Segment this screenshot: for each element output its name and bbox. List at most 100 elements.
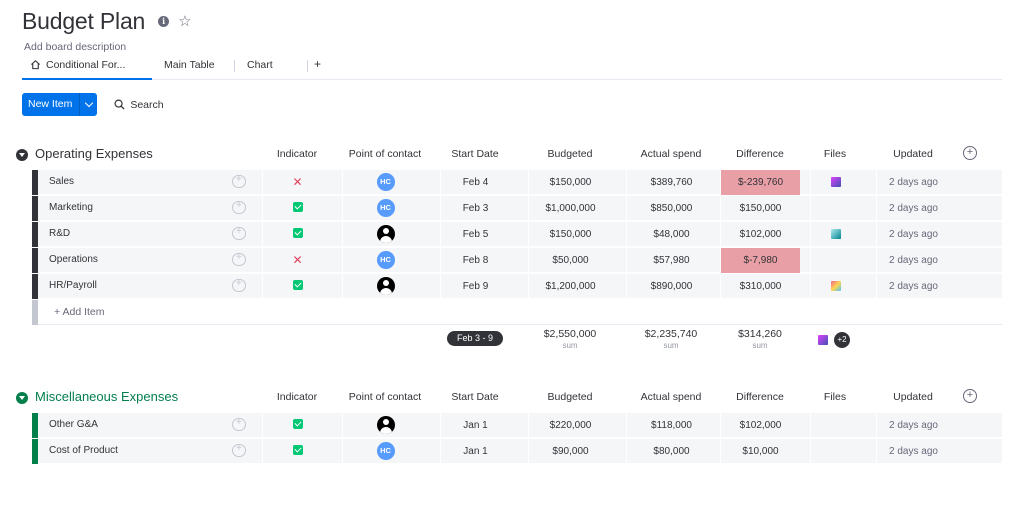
files-cell[interactable] (810, 196, 860, 221)
table-row[interactable]: Other G&A Jan 1 $220,000 $118,000$102,000 2 … (32, 413, 1002, 438)
person-avatar-icon[interactable] (376, 277, 395, 296)
add-item-label[interactable]: + Add Item (54, 306, 105, 318)
start-date-cell[interactable]: Feb 5 (440, 222, 510, 247)
group-title[interactable]: Operating Expenses (35, 146, 153, 161)
info-icon[interactable]: i (158, 15, 170, 27)
actual-spend-cell[interactable]: $389,760 (626, 170, 716, 195)
files-cell[interactable] (810, 439, 860, 464)
column-header-difference[interactable]: Difference (720, 148, 800, 160)
new-item-dropdown[interactable] (79, 93, 97, 116)
indicator-cell[interactable] (262, 274, 332, 299)
start-date-cell[interactable]: Feb 9 (440, 274, 510, 299)
column-header-files[interactable]: Files (810, 148, 860, 160)
actual-spend-cell[interactable]: $118,000 (626, 413, 716, 438)
actual-spend-cell[interactable]: $890,000 (626, 274, 716, 299)
column-header-actual-spend[interactable]: Actual spend (626, 148, 716, 160)
add-update-icon[interactable] (232, 417, 246, 431)
indicator-cell[interactable] (262, 222, 332, 247)
avatar[interactable]: HC (376, 442, 395, 461)
start-date-cell[interactable]: Feb 8 (440, 248, 510, 273)
start-date-cell[interactable]: Jan 1 (440, 413, 510, 438)
column-header-indicator[interactable]: Indicator (262, 391, 332, 403)
item-name[interactable]: Cost of Product (49, 445, 118, 456)
person-avatar-icon[interactable] (376, 225, 395, 244)
files-cell[interactable] (810, 222, 860, 247)
contact-cell[interactable]: HC (342, 196, 428, 221)
avatar[interactable]: HC (376, 199, 395, 218)
column-header-updated[interactable]: Updated (876, 148, 950, 160)
table-row[interactable]: Marketing HC Feb 3 $1,000,000 $850,000$150,0… (32, 196, 1002, 221)
collapse-group-icon[interactable] (16, 392, 28, 404)
contact-cell[interactable] (342, 413, 428, 438)
add-update-icon[interactable] (232, 252, 246, 266)
contact-cell[interactable]: HC (342, 248, 428, 273)
table-row[interactable]: HR/Payroll Feb 9 $1,200,000 $890,000$310,00… (32, 274, 1002, 299)
table-row[interactable]: Sales ✕ HC Feb 4 $150,000 $389,760$-239,760 2 … (32, 170, 1002, 195)
contact-cell[interactable]: HC (342, 439, 428, 464)
new-item-button[interactable]: New Item (22, 93, 98, 116)
contact-cell[interactable]: HC (342, 170, 428, 195)
budgeted-cell[interactable]: $150,000 (528, 170, 612, 195)
indicator-cell[interactable]: ✕ (262, 248, 332, 273)
budgeted-cell[interactable]: $220,000 (528, 413, 612, 438)
tab-conditional-formatting[interactable]: Conditional For... (22, 55, 152, 80)
column-header-start-date[interactable]: Start Date (440, 148, 510, 160)
tab-main-table[interactable]: Main Table (164, 55, 234, 79)
column-header-budgeted[interactable]: Budgeted (528, 148, 612, 160)
item-name[interactable]: Other G&A (49, 419, 98, 430)
column-header-contact[interactable]: Point of contact (342, 148, 428, 160)
file-thumbnail[interactable] (830, 229, 841, 240)
avatar[interactable]: HC (376, 173, 395, 192)
more-files-badge[interactable]: +2 (834, 332, 850, 348)
contact-cell[interactable] (342, 274, 428, 299)
table-row[interactable]: R&D Feb 5 $150,000 $48,000$102,000 2 days ag… (32, 222, 1002, 247)
column-header-indicator[interactable]: Indicator (262, 148, 332, 160)
contact-cell[interactable] (342, 222, 428, 247)
item-name[interactable]: Marketing (49, 202, 93, 213)
add-update-icon[interactable] (232, 174, 246, 188)
actual-spend-cell[interactable]: $48,000 (626, 222, 716, 247)
add-update-icon[interactable] (232, 278, 246, 292)
actual-spend-cell[interactable]: $57,980 (626, 248, 716, 273)
add-update-icon[interactable] (232, 200, 246, 214)
column-header-updated[interactable]: Updated (876, 391, 950, 403)
file-thumbnail[interactable] (830, 177, 841, 188)
search-button[interactable]: Search (114, 99, 164, 111)
column-header-files[interactable]: Files (810, 391, 860, 403)
column-header-start-date[interactable]: Start Date (440, 391, 510, 403)
files-cell[interactable] (810, 274, 860, 299)
column-header-actual-spend[interactable]: Actual spend (626, 391, 716, 403)
files-cell[interactable] (810, 413, 860, 438)
add-column-button[interactable]: + (963, 389, 977, 403)
group-title[interactable]: Miscellaneous Expenses (35, 389, 178, 404)
files-cell[interactable] (810, 248, 860, 273)
collapse-group-icon[interactable] (16, 149, 28, 161)
add-item-row[interactable]: + Add Item (32, 300, 1002, 325)
add-update-icon[interactable] (232, 443, 246, 457)
table-row[interactable]: Operations ✕ HC Feb 8 $50,000 $57,980$-7,980 2… (32, 248, 1002, 273)
budgeted-cell[interactable]: $150,000 (528, 222, 612, 247)
board-title[interactable]: Budget Plan (22, 8, 145, 35)
add-column-button[interactable]: + (963, 146, 977, 160)
start-date-cell[interactable]: Feb 3 (440, 196, 510, 221)
start-date-cell[interactable]: Jan 1 (440, 439, 510, 464)
tab-chart[interactable]: Chart (247, 55, 307, 79)
file-thumbnail[interactable] (830, 281, 841, 292)
table-row[interactable]: Cost of Product HC Jan 1 $90,000 $80,000$10,… (32, 439, 1002, 464)
board-description[interactable]: Add board description (24, 41, 192, 53)
column-header-contact[interactable]: Point of contact (342, 391, 428, 403)
item-name[interactable]: R&D (49, 228, 70, 239)
files-cell[interactable] (810, 170, 860, 195)
column-header-budgeted[interactable]: Budgeted (528, 391, 612, 403)
budgeted-cell[interactable]: $90,000 (528, 439, 612, 464)
item-name[interactable]: HR/Payroll (49, 280, 97, 291)
indicator-cell[interactable]: ✕ (262, 170, 332, 195)
actual-spend-cell[interactable]: $850,000 (626, 196, 716, 221)
add-view-button[interactable]: + (314, 55, 334, 79)
budgeted-cell[interactable]: $1,200,000 (528, 274, 612, 299)
budgeted-cell[interactable]: $1,000,000 (528, 196, 612, 221)
start-date-cell[interactable]: Feb 4 (440, 170, 510, 195)
column-header-difference[interactable]: Difference (720, 391, 800, 403)
indicator-cell[interactable] (262, 413, 332, 438)
file-thumbnail[interactable] (818, 335, 828, 345)
